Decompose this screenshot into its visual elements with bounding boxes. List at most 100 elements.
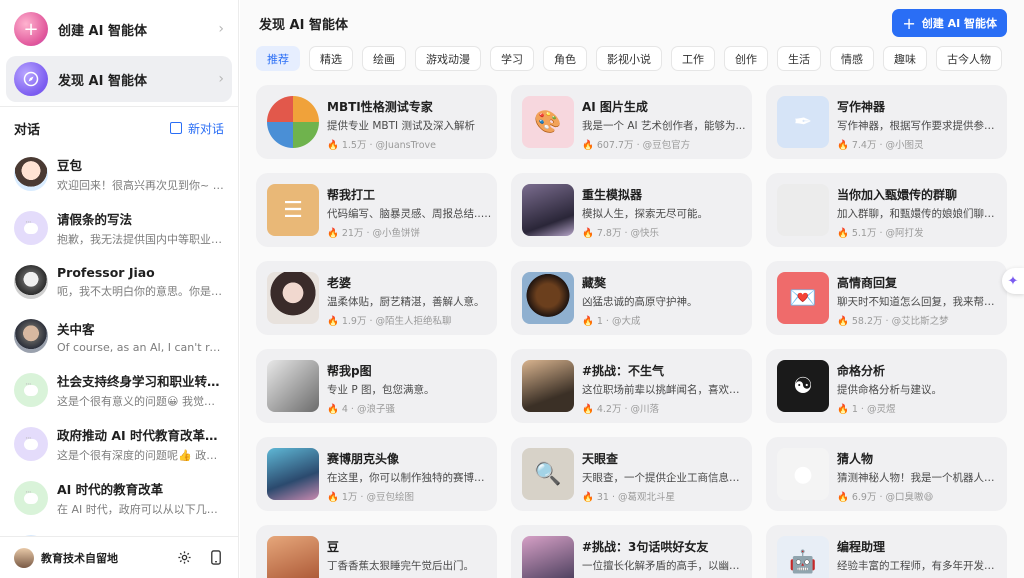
dog-thumbnail	[522, 272, 574, 324]
anime-girl-thumbnail	[522, 360, 574, 412]
category-tab[interactable]: 生活	[777, 46, 821, 71]
agent-card[interactable]: 豆丁香香蕉太狠睡完午觉后出门。	[256, 525, 497, 578]
agent-author: @陌生人拒绝私聊	[375, 316, 452, 327]
agent-card[interactable]: 重生模拟器 模拟人生，探索无尽可能。 🔥 7.8万 · @快乐	[511, 173, 752, 247]
agent-description: 专业 P 图，包您满意。	[327, 384, 435, 396]
agent-card[interactable]: ✒ 写作神器 写作神器，根据写作要求提供参考... 🔥 7.4万 · @小图灵	[766, 85, 1007, 159]
agent-card[interactable]: #挑战：3句话哄好女友 一位擅长化解矛盾的高手，以幽默...	[511, 525, 752, 578]
agent-card[interactable]: #挑战：不生气 这位职场前辈以挑衅闻名，喜欢考... 🔥 4.2万 · @川落	[511, 349, 752, 423]
agent-name: 写作神器	[837, 100, 886, 114]
fire-icon: 🔥	[582, 404, 594, 415]
agent-card[interactable]: 🤖 编程助理 经验丰富的工程师，有多年开发经...	[766, 525, 1007, 578]
conversation-avatar	[14, 319, 48, 353]
agent-card[interactable]: 当你加入甄嬛传的群聊 加入群聊，和甄嬛传的娘娘们聊聊... 🔥 5.1万 · @阿打发	[766, 173, 1007, 247]
sidebar-footer: 教育技术自留地	[0, 536, 238, 578]
category-tab[interactable]: 趣味	[883, 46, 927, 71]
conversation-text: Professor Jiao 呃，我不太明白你的意思。你是想...	[57, 265, 224, 299]
agent-card[interactable]: ☰ 帮我打工 代码编写、脑暴灵感、周报总结...... 🔥 21万 · @小鱼饼饼	[256, 173, 497, 247]
agent-author: @小鱼饼饼	[372, 228, 421, 239]
agent-meta: 🔥 607.7万 · @豆包官方	[582, 137, 690, 151]
agent-card[interactable]: 藏獒 凶猛忠诚的高原守护神。 🔥 1 · @大成	[511, 261, 752, 335]
conversation-item[interactable]: 豆包 欢迎回来！很高兴再次见到你~ 你...	[0, 147, 238, 201]
agent-card[interactable]: MBTI性格测试专家 提供专业 MBTI 测试及深入解析 🔥 1.5万 · @Juan…	[256, 85, 497, 159]
anime-pink-thumbnail	[522, 536, 574, 578]
category-tab[interactable]: 推荐	[256, 46, 300, 71]
conversation-item[interactable]: AI 时代的教育改革在 AI 时代，政府可以从以下几个...	[0, 471, 238, 525]
agent-card[interactable]: 帮我p图 专业 P 图，包您满意。 🔥 4 · @浪子骚	[256, 349, 497, 423]
category-tab[interactable]: 工作	[671, 46, 715, 71]
create-agent-button[interactable]: + 创建 AI 智能体 ›	[6, 6, 232, 52]
conversation-text: 豆包 欢迎回来！很高兴再次见到你~ 你...	[57, 155, 224, 193]
agent-author: @豆包官方	[642, 140, 691, 151]
conversation-name: 豆包	[57, 158, 83, 173]
conversation-item[interactable]: Professor Jiao 呃，我不太明白你的意思。你是想...	[0, 255, 238, 309]
pen-thumbnail: ✒	[777, 96, 829, 148]
meta-separator: ·	[621, 404, 631, 415]
category-tab[interactable]: 学习	[490, 46, 534, 71]
conversation-item[interactable]: 关中客 Of course, as an AI, I can't really..…	[0, 309, 238, 363]
fire-icon: 🔥	[582, 316, 594, 327]
conversation-preview: 这是个很有深度的问题呢👍 政府可...	[57, 449, 224, 462]
chat-bubble-icon	[24, 218, 38, 234]
conversation-list: 豆包欢迎回来！很高兴再次见到你~ 你... 请假条的写法抱歉，我无法提供国内中等职…	[0, 147, 238, 578]
agent-description: 猜测神秘人物！我是一个机器人，...	[837, 472, 1002, 484]
agent-author: @艾比斯之梦	[891, 316, 949, 327]
create-agent-label: 创建 AI 智能体	[58, 23, 147, 39]
category-tab[interactable]: 角色	[543, 46, 587, 71]
discover-agent-label: 发现 AI 智能体	[58, 73, 147, 89]
fire-icon: 🔥	[837, 140, 849, 151]
agent-name: 豆	[327, 540, 340, 554]
meta-separator: ·	[876, 492, 886, 503]
agent-card[interactable]: ☯ 命格分析 提供命格分析与建议。 🔥 1 · @灵煜	[766, 349, 1007, 423]
fire-icon: 🔥	[327, 492, 339, 503]
meta-separator: ·	[633, 140, 643, 151]
conversation-item[interactable]: 请假条的写法抱歉，我无法提供国内中等职业学...	[0, 201, 238, 255]
conversation-name: AI 时代的教育改革	[57, 482, 164, 497]
sidebar-top: + 创建 AI 智能体 › 发现 AI 智能体 ›	[0, 0, 238, 102]
chat-bubble-icon	[24, 434, 38, 450]
work-thumbnail: ☰	[267, 184, 319, 236]
agent-meta: 🔥 7.8万 · @快乐	[582, 225, 659, 239]
user-avatar[interactable]	[14, 547, 34, 568]
create-agent-top-label: 创建 AI 智能体	[921, 17, 997, 30]
conversation-item[interactable]: 政府推动 AI 时代教育改革的... 这是个很有深度的问题呢👍 政府可...	[0, 417, 238, 471]
agent-card[interactable]: 🔍 天眼查 天眼查，一个提供企业工商信息、... 🔥 31 · @葛观北斗星	[511, 437, 752, 511]
agent-author: @口臭嗷😄	[885, 492, 934, 503]
agent-author: @大成	[611, 316, 641, 327]
conversation-avatar	[14, 427, 48, 461]
category-tab[interactable]: 影视小说	[596, 46, 662, 71]
agent-card[interactable]: 老婆 温柔体贴，厨艺精湛，善解人意。 🔥 1.9万 · @陌生人拒绝私聊	[256, 261, 497, 335]
discover-agent-button[interactable]: 发现 AI 智能体 ›	[6, 56, 232, 102]
agent-card[interactable]: 🎨 AI 图片生成 我是一个 AI 艺术创作者，能够为... 🔥 607.7万 · @豆…	[511, 85, 752, 159]
silhouette-thumbnail: ●	[777, 448, 829, 500]
category-tab[interactable]: 创作	[724, 46, 768, 71]
new-chat-button[interactable]: 新对话	[169, 120, 224, 137]
create-agent-top-button[interactable]: + 创建 AI 智能体	[892, 9, 1007, 37]
agent-name: 命格分析	[837, 364, 886, 378]
agent-card[interactable]: 赛博朋克头像 在这里，你可以制作独特的赛博朋... 🔥 1万 · @豆包绘图	[256, 437, 497, 511]
category-tab[interactable]: 精选	[309, 46, 353, 71]
agent-description: 温柔体贴，厨艺精湛，善解人意。	[327, 296, 485, 308]
category-tab[interactable]: 情感	[830, 46, 874, 71]
agent-description: 在这里，你可以制作独特的赛博朋...	[327, 472, 492, 484]
category-tab[interactable]: 绘画	[362, 46, 406, 71]
agent-name: #挑战：不生气	[582, 364, 665, 378]
meta-separator: ·	[366, 140, 376, 151]
agent-author: @小图灵	[885, 140, 924, 151]
conversation-text: 请假条的写法 抱歉，我无法提供国内中等职业学...	[57, 209, 224, 247]
agent-card[interactable]: 💌 高情商回复 聊天时不知道怎么回复，我来帮你~ 🔥 58.2万 · @艾比斯之梦	[766, 261, 1007, 335]
agent-card[interactable]: ● 猜人物 猜测神秘人物！我是一个机器人，... 🔥 6.9万 · @口臭嗷😄	[766, 437, 1007, 511]
category-tab[interactable]: 古今人物	[936, 46, 1002, 71]
conversation-avatar	[14, 157, 48, 191]
category-tab[interactable]: 游戏动漫	[415, 46, 481, 71]
sparkle-icon[interactable]: ✦	[1002, 268, 1024, 294]
phone-icon[interactable]	[208, 550, 224, 566]
settings-icon[interactable]	[176, 550, 192, 566]
fire-icon: 🔥	[837, 404, 849, 415]
conversation-avatar	[14, 481, 48, 515]
conversation-item[interactable]: 社会支持终身学习和职业转型... 这是个很有意义的问题😀 我觉得社...	[0, 363, 238, 417]
fire-icon: 🔥	[327, 140, 339, 151]
conversation-preview: 抱歉，我无法提供国内中等职业学...	[57, 233, 224, 246]
agent-meta: 🔥 21万 · @小鱼饼饼	[327, 225, 420, 239]
agent-usage-count: 58.2万	[851, 316, 883, 327]
